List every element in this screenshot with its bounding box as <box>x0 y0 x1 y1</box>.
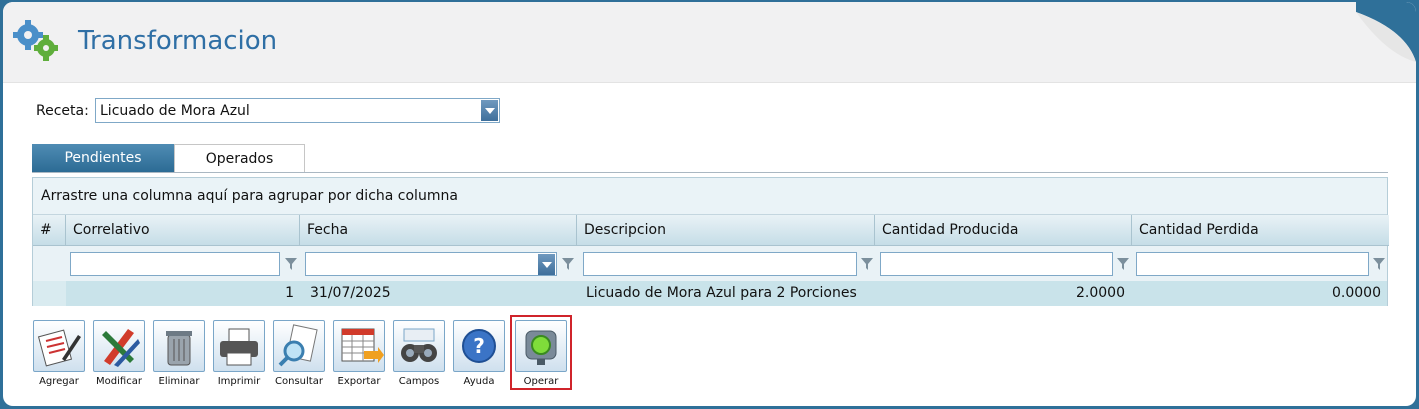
column-header-correlativo[interactable]: Correlativo <box>66 215 300 246</box>
column-header-fecha[interactable]: Fecha <box>300 215 577 246</box>
chevron-down-icon[interactable] <box>538 254 555 275</box>
edit-tools-icon <box>102 329 140 367</box>
filter-input-cantidad-perdida[interactable] <box>1136 252 1369 276</box>
campos-label: Campos <box>398 376 440 387</box>
receta-select[interactable]: Licuado de Mora Azul <box>95 98 500 123</box>
imprimir-label: Imprimir <box>217 376 261 387</box>
table-row[interactable]: 1 31/07/2025 Licuado de Mora Azul para 2… <box>33 281 1387 306</box>
ayuda-button[interactable]: ? Ayuda <box>449 320 509 387</box>
exportar-button[interactable]: Exportar <box>329 320 389 387</box>
search-document-icon <box>278 324 318 367</box>
column-header-cantidad-perdida[interactable]: Cantidad Perdida <box>1132 215 1389 246</box>
filter-input-descripcion[interactable] <box>583 252 857 276</box>
cell-cantidad-producida: 2.0000 <box>1076 285 1125 301</box>
group-by-hint: Arrastre una columna aquí para agrupar p… <box>41 188 458 204</box>
page-title: Transformacion <box>78 26 278 56</box>
filter-icon[interactable] <box>1116 256 1130 272</box>
chevron-down-icon[interactable] <box>481 100 498 121</box>
row-indicator <box>33 281 66 306</box>
receta-label: Receta: <box>36 103 89 119</box>
column-header-cantidad-producida[interactable]: Cantidad Producida <box>875 215 1132 246</box>
campos-button[interactable]: Campos <box>389 320 449 387</box>
eliminar-label: Eliminar <box>158 376 200 387</box>
receta-selected-value: Licuado de Mora Azul <box>100 103 250 119</box>
group-by-panel[interactable]: Arrastre una columna aquí para agrupar p… <box>33 178 1387 215</box>
gears-icon <box>13 20 58 61</box>
cell-cantidad-perdida: 0.0000 <box>1332 285 1381 301</box>
binoculars-icon <box>401 328 437 362</box>
filter-icon[interactable] <box>284 256 298 272</box>
trash-icon <box>166 331 192 366</box>
filter-select-fecha[interactable] <box>305 252 557 276</box>
column-header-descripcion[interactable]: Descripcion <box>577 215 875 246</box>
agregar-label: Agregar <box>39 376 79 387</box>
cell-correlativo: 1 <box>285 285 294 301</box>
column-header-index[interactable]: # <box>33 215 66 246</box>
tab-pendientes[interactable]: Pendientes <box>32 144 174 172</box>
filter-input-cantidad-producida[interactable] <box>880 252 1113 276</box>
filter-input-correlativo[interactable] <box>70 252 280 276</box>
eliminar-button[interactable]: Eliminar <box>149 320 209 387</box>
filter-row <box>33 246 1387 281</box>
add-document-icon <box>37 329 81 367</box>
window: Transformacion Receta: Licuado de Mora A… <box>3 2 1416 406</box>
operar-button[interactable]: Operar <box>510 315 572 390</box>
imprimir-button[interactable]: Imprimir <box>209 320 269 387</box>
consultar-label: Consultar <box>275 376 323 387</box>
ayuda-label: Ayuda <box>463 376 495 387</box>
svg-text:?: ? <box>473 334 485 358</box>
modificar-label: Modificar <box>96 376 142 387</box>
filter-icon[interactable] <box>561 256 575 272</box>
page-header: Transformacion <box>3 2 1416 83</box>
printer-icon <box>220 328 258 366</box>
page-curl-decoration <box>1356 2 1416 62</box>
tab-divider <box>32 172 1388 173</box>
help-icon: ? <box>462 329 496 363</box>
export-spreadsheet-icon <box>341 328 384 363</box>
cell-fecha: 31/07/2025 <box>310 285 391 301</box>
consultar-button[interactable]: Consultar <box>269 320 329 387</box>
operar-label: Operar <box>523 376 559 387</box>
agregar-button[interactable]: Agregar <box>29 320 89 387</box>
cell-descripcion: Licuado de Mora Azul para 2 Porciones <box>586 285 857 301</box>
filter-icon[interactable] <box>1372 256 1386 272</box>
exportar-label: Exportar <box>337 376 381 387</box>
tab-operados[interactable]: Operados <box>174 144 305 172</box>
data-grid: Arrastre una columna aquí para agrupar p… <box>32 177 1389 306</box>
filter-icon[interactable] <box>860 256 874 272</box>
modificar-button[interactable]: Modificar <box>89 320 149 387</box>
traffic-light-icon <box>525 330 557 365</box>
